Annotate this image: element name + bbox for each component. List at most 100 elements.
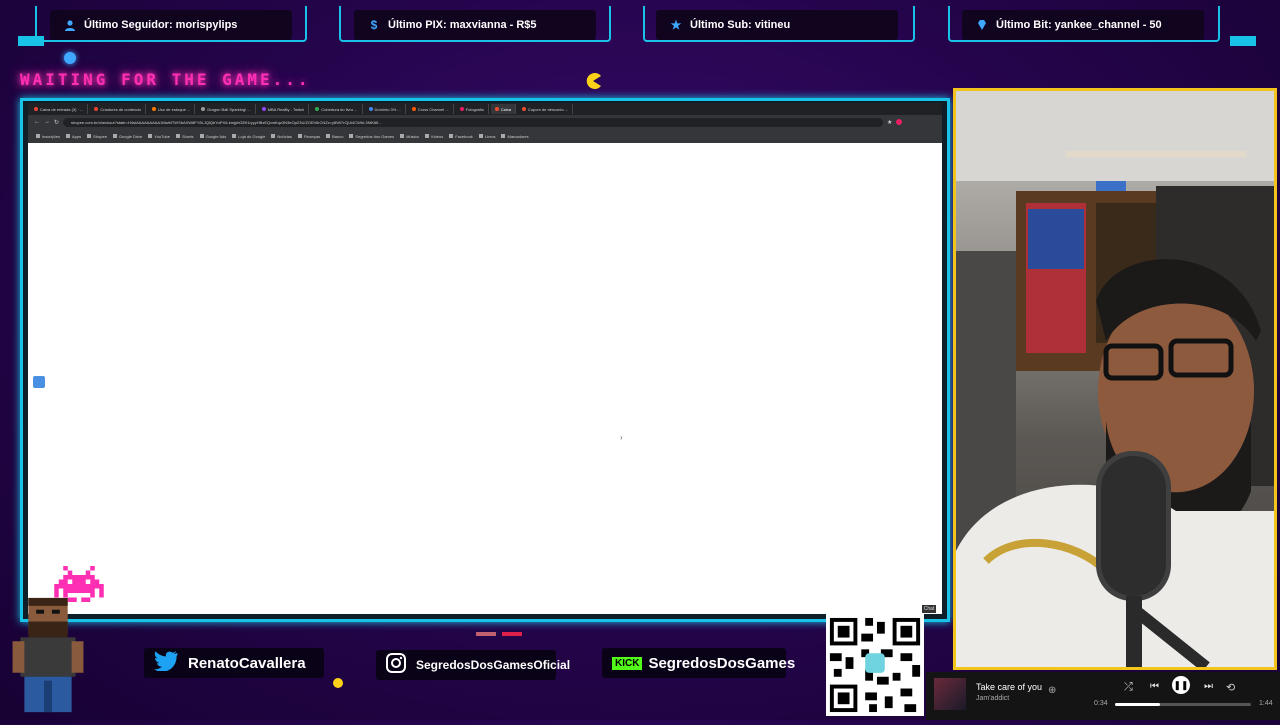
bookmark-item[interactable]: Shorts <box>176 134 194 139</box>
bookmark-item[interactable]: YouTube <box>148 134 170 139</box>
favicon-icon <box>34 107 38 111</box>
browser-tab[interactable]: Criadores de conteúdo <box>90 104 146 114</box>
decor-dash <box>502 632 522 636</box>
kick-handle[interactable]: KICK SegredosDosGames <box>602 648 795 678</box>
shuffle-icon[interactable]: ⤮ <box>1124 681 1133 694</box>
page-widget-icon[interactable] <box>33 376 45 388</box>
extensions-icon[interactable]: ★ <box>887 119 892 126</box>
browser-tab[interactable]: Caixa de entrada (3) · ... <box>30 104 89 114</box>
bookmark-item[interactable]: Shopee <box>87 134 107 139</box>
sparkle-icon <box>333 678 343 688</box>
bookmark-icon <box>66 134 71 138</box>
browser-tab[interactable]: Cupom de desconto ... <box>518 104 574 114</box>
pause-button[interactable]: ❚❚ <box>1172 676 1190 694</box>
favicon-icon <box>368 107 373 111</box>
bookmark-icon <box>449 134 454 138</box>
bookmarks-bar: Inscrições Apps Shopee Google Drive YouT… <box>28 129 942 143</box>
mouse-cursor-icon: › <box>620 433 623 442</box>
instagram-handle-text: SegredosDosGamesOficial <box>416 658 571 672</box>
favicon-icon <box>521 107 526 111</box>
back-icon[interactable]: ← <box>34 119 40 125</box>
decor-dash <box>476 632 496 636</box>
alert-bit: Último Bit: yankee_channel - 50 <box>962 10 1204 40</box>
bookmark-item[interactable]: Google Ads <box>199 134 226 139</box>
frame-corner-right <box>1230 36 1256 46</box>
next-icon[interactable]: ⏭ <box>1204 681 1213 692</box>
bookmark-item[interactable]: Música <box>400 134 419 139</box>
alert-sub: ★ Último Sub: vitineu <box>656 10 898 40</box>
dollar-icon: $ <box>370 18 378 32</box>
bookmark-item[interactable]: Notícias <box>271 134 292 139</box>
track-title: Take care of you <box>976 682 1043 692</box>
twitter-handle-text: RenatoCavallera <box>188 654 306 672</box>
diamond-icon <box>976 19 988 31</box>
bookmark-item[interactable]: Facebook <box>449 134 473 139</box>
repeat-icon[interactable]: ⟲ <box>1226 681 1235 694</box>
reload-icon[interactable]: ↻ <box>54 119 59 126</box>
track-artist: Jam'addict <box>976 695 1010 702</box>
star-icon: ★ <box>670 18 682 32</box>
bookmark-icon <box>271 134 276 138</box>
alert-sub-text: Último Sub: vitineu <box>690 19 791 31</box>
favicon-icon <box>94 107 99 111</box>
browser-tab[interactable]: MBA Reality - Twitch <box>258 104 310 114</box>
browser-tab[interactable]: Cross Channel ... <box>408 104 454 114</box>
bookmark-icon <box>87 134 92 138</box>
bookmark-icon <box>112 134 117 138</box>
bookmark-item[interactable]: Inscrições <box>36 134 60 139</box>
browser-tab[interactable]: Cobertura do livro ... <box>311 104 363 114</box>
add-icon[interactable]: ⊕ <box>1048 685 1056 696</box>
instagram-handle[interactable]: SegredosDosGamesOficial <box>376 650 570 680</box>
address-bar[interactable]: shopee.com.br/checkout?state=H4sIAAAAAAA… <box>63 117 884 127</box>
favicon-icon <box>151 107 156 111</box>
bookmark-item[interactable]: Segredos dos Games <box>349 134 394 139</box>
livepix-url: livepix.gg/segredosdosgames <box>826 603 919 610</box>
twitter-handle[interactable]: RenatoCavallera <box>144 648 324 678</box>
music-player: Take care of you Jam'addict ⊕ ⤮ ⏮ ❚❚ ⏭ ⟲… <box>926 672 1280 720</box>
instagram-icon <box>386 652 406 678</box>
pixel-avatar-icon <box>8 594 88 725</box>
kick-handle-text: SegredosDosGames <box>648 654 796 672</box>
favicon-icon <box>459 107 464 111</box>
browser-tab[interactable]: Domínio 3% ... <box>365 104 406 114</box>
browser-tab[interactable]: Dragon Ball Sparking! ... <box>197 104 256 114</box>
alert-follower: Último Seguidor: morispylips <box>50 10 292 40</box>
chat-label: Chat <box>922 605 936 613</box>
album-art <box>934 678 966 710</box>
webcam-feed <box>953 88 1277 670</box>
forward-icon[interactable]: → <box>44 119 50 125</box>
browser-window: Caixa de entrada (3) · ... Criadores de … <box>28 103 942 614</box>
progress-fill <box>1115 703 1160 706</box>
bookmark-item[interactable]: Marcadores <box>501 134 529 139</box>
browser-page-blank[interactable]: › <box>28 143 942 614</box>
previous-icon[interactable]: ⏮ <box>1150 681 1159 692</box>
bookmark-icon <box>501 134 506 138</box>
bookmark-item[interactable]: Finanças <box>297 134 320 139</box>
profile-avatar[interactable] <box>896 119 903 125</box>
progress-track[interactable] <box>1115 703 1251 706</box>
bookmark-icon <box>36 134 40 138</box>
bookmark-item[interactable]: Livros <box>478 134 495 139</box>
browser-tab[interactable]: Fotografia <box>456 104 489 114</box>
favicon-icon <box>411 107 416 111</box>
bookmark-icon <box>297 134 302 138</box>
bookmark-item[interactable]: Loja do Google <box>232 134 265 139</box>
bookmark-item[interactable]: Vídeos <box>424 134 443 139</box>
qr-code[interactable] <box>826 614 924 716</box>
bookmark-item[interactable]: Banco <box>326 134 343 139</box>
favicon-icon <box>494 107 499 111</box>
bookmark-icon <box>326 134 331 138</box>
browser-tab[interactable]: Uso de estoque ... <box>148 104 196 114</box>
bookmark-icon <box>478 134 483 138</box>
browser-tab-active[interactable]: Caixa <box>490 104 516 114</box>
twitter-icon <box>154 650 178 676</box>
user-icon <box>64 19 76 31</box>
waiting-for-game-text: WAITING FOR THE GAME... <box>20 70 311 89</box>
pacman-icon <box>584 72 602 95</box>
bookmark-icon <box>176 134 180 138</box>
browser-toolbar: ← → ↻ shopee.com.br/checkout?state=H4sIA… <box>28 115 942 129</box>
bookmark-icon <box>199 134 204 138</box>
bookmark-item[interactable]: Google Drive <box>112 134 142 139</box>
bookmark-item[interactable]: Apps <box>66 134 81 139</box>
favicon-icon <box>261 107 266 111</box>
